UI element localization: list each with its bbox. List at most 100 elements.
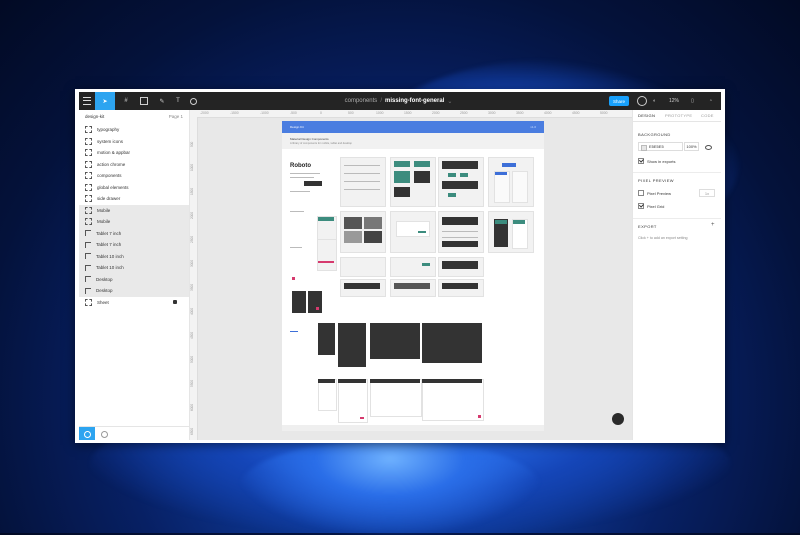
- pixel-grid-checkbox[interactable]: [638, 203, 644, 209]
- layer-item-selected[interactable]: Tablet 10 inch: [79, 262, 189, 274]
- shape-tool-button[interactable]: [137, 92, 151, 110]
- desktop-frame-light: [422, 379, 484, 421]
- tab-prototype[interactable]: PROTOTYPE: [665, 113, 692, 118]
- design-kit-artboard[interactable]: Design Kit v1.0 Material Design Componen…: [282, 121, 544, 431]
- pink-accent: [360, 417, 364, 419]
- teal-card: [394, 171, 410, 183]
- ruler-tick: 1000: [376, 111, 384, 115]
- export-hint: Click + to add an export setting: [638, 236, 688, 240]
- share-button[interactable]: Share: [609, 96, 629, 106]
- artboard-subtitle: Material Design Components: [290, 137, 329, 141]
- pixel-preview-scale-select[interactable]: 1x: [699, 189, 715, 197]
- dark-device-thumb: [292, 291, 306, 313]
- dark-bar: [344, 283, 380, 289]
- help-button[interactable]: [612, 413, 624, 425]
- layers-tab-button[interactable]: [79, 427, 95, 440]
- main-menu-button[interactable]: [79, 92, 95, 110]
- user-menu-icon[interactable]: ◔: [709, 92, 712, 110]
- layout-icon[interactable]: ▯: [691, 92, 694, 110]
- move-tool-button[interactable]: ➤: [95, 92, 115, 110]
- chevron-down-icon[interactable]: ⌄: [447, 98, 452, 105]
- plus-icon[interactable]: +: [711, 222, 715, 228]
- pen-tool-button[interactable]: ✎: [155, 92, 169, 110]
- tab-design[interactable]: DESIGN: [638, 113, 655, 118]
- ruler-tick: 500: [348, 111, 354, 115]
- layer-item[interactable]: motion & appbar: [79, 147, 189, 159]
- view-options-icon[interactable]: ◐: [653, 92, 656, 110]
- pink-accent: [318, 261, 334, 263]
- pixel-grid-row[interactable]: Pixel Grid: [638, 202, 664, 210]
- text-tool-button[interactable]: T: [173, 92, 183, 110]
- dark-bar: [442, 181, 478, 189]
- frame-icon: [85, 253, 91, 260]
- layer-item[interactable]: components: [79, 170, 189, 182]
- pink-accent: [478, 415, 481, 418]
- layer-item-selected[interactable]: Desktop: [79, 273, 189, 285]
- artboard-subheader: Material Design Components A library of …: [282, 133, 544, 149]
- assets-tab-button[interactable]: [97, 427, 111, 440]
- rectangle-icon: [140, 97, 148, 105]
- layer-item[interactable]: Sheet: [79, 297, 189, 309]
- dark-card: [414, 171, 430, 183]
- mobile-frame-light: [318, 379, 337, 411]
- show-in-exports-row[interactable]: Show in exports: [638, 157, 675, 165]
- lock-icon[interactable]: [173, 299, 177, 304]
- color-swatch[interactable]: [641, 145, 647, 151]
- dialog-thumb: [396, 221, 430, 237]
- app-content: ➤ # ✎ T components / missing-font-genera…: [79, 92, 721, 440]
- layer-item-selected[interactable]: Desktop: [79, 285, 189, 297]
- page-selector[interactable]: Page 1: [169, 114, 183, 119]
- layer-item-selected[interactable]: Tablet 7 inch: [79, 239, 189, 251]
- blue-appbar: [495, 172, 507, 175]
- dark-bar: [442, 241, 478, 247]
- frame-dashed-icon: [85, 218, 92, 226]
- show-in-exports-checkbox[interactable]: [638, 158, 644, 164]
- frame-icon: [85, 241, 91, 248]
- mobile-frame: [318, 323, 335, 355]
- present-icon[interactable]: [637, 96, 647, 106]
- layer-item-selected[interactable]: Tablet 7 inch: [79, 227, 189, 239]
- app-window: ➤ # ✎ T components / missing-font-genera…: [75, 89, 725, 443]
- frame-tool-button[interactable]: #: [119, 92, 133, 110]
- project-name[interactable]: components: [345, 98, 378, 104]
- text-line: [344, 165, 380, 166]
- canvas[interactable]: -2000 -1500 -1000 -500 0 500 1000 1500 2…: [190, 110, 632, 440]
- layer-item[interactable]: typography: [79, 124, 189, 136]
- layer-item-selected[interactable]: Mobile: [79, 204, 189, 216]
- pixel-preview-checkbox[interactable]: [638, 190, 644, 196]
- export-section-title: EXPORT: [638, 224, 657, 229]
- eye-icon[interactable]: [705, 145, 712, 150]
- frame-dashed-icon: [85, 149, 92, 157]
- ruler-tick: 0: [320, 111, 322, 115]
- properties-panel: DESIGN PROTOTYPE CODE BACKGROUND E5E5E5 …: [632, 110, 721, 440]
- roboto-sample: Roboto: [290, 163, 311, 169]
- hamburger-icon: [83, 97, 91, 105]
- text-line: [344, 189, 380, 190]
- background-color-field[interactable]: E5E5E5: [638, 142, 683, 151]
- text-line: [344, 181, 380, 182]
- layer-item[interactable]: action chrome: [79, 159, 189, 171]
- tab-code[interactable]: CODE: [701, 113, 714, 118]
- pixel-preview-row[interactable]: Pixel Preview: [638, 189, 671, 197]
- dark-card: [394, 187, 410, 197]
- layer-item[interactable]: global elements: [79, 182, 189, 194]
- layer-item-selected[interactable]: Mobile: [79, 216, 189, 228]
- comment-tool-button[interactable]: [187, 92, 199, 110]
- layers-icon: [83, 430, 91, 438]
- section-divider: [633, 218, 721, 219]
- opacity-field[interactable]: 100%: [684, 142, 699, 151]
- grid-tile: [364, 217, 382, 229]
- zoom-level[interactable]: 12%: [669, 92, 679, 110]
- frame-icon: #: [124, 98, 128, 104]
- teal-action: [418, 231, 426, 233]
- file-name[interactable]: missing-font-general: [385, 98, 444, 104]
- ruler-tick: -2000: [200, 111, 209, 115]
- teal-button: [448, 173, 456, 177]
- layer-item-selected[interactable]: Tablet 10 inch: [79, 250, 189, 262]
- text-line: [290, 173, 320, 174]
- frame-dashed-icon: [85, 172, 92, 180]
- layer-item[interactable]: system icons: [79, 136, 189, 148]
- comment-icon: [189, 97, 197, 105]
- layer-item[interactable]: side drawer: [79, 193, 189, 205]
- layers-panel-footer: [79, 426, 190, 440]
